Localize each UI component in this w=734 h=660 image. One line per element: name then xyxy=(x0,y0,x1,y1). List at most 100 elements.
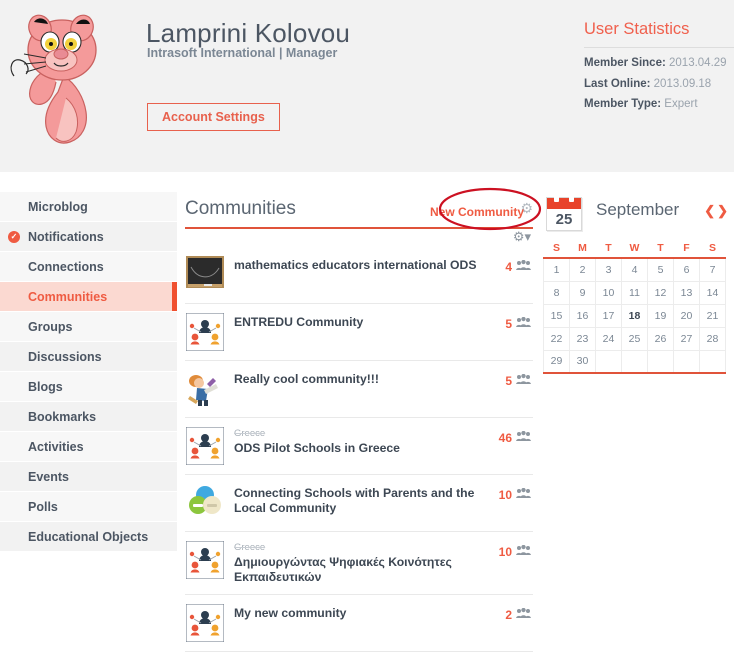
community-row[interactable]: My new community 2 xyxy=(185,594,533,651)
calendar-day[interactable]: 13 xyxy=(673,281,700,305)
calendar-day[interactable]: 19 xyxy=(647,304,674,328)
calendar-day[interactable]: 26 xyxy=(647,327,674,351)
divider xyxy=(185,227,533,229)
community-member-count: 4 xyxy=(491,256,531,276)
community-title[interactable]: mathematics educators international ODS xyxy=(234,257,491,273)
community-row[interactable]: Connecting Schools with Parents and the … xyxy=(185,474,533,531)
calendar-icon-day: 25 xyxy=(555,211,573,228)
calendar-weekday: F xyxy=(673,238,700,259)
calendar-day[interactable]: 3 xyxy=(595,258,622,282)
community-title[interactable]: My new community xyxy=(234,605,491,621)
community-info: Greece Δημιουργώντας Ψηφιακές Κοινότητες … xyxy=(234,541,491,585)
community-title[interactable]: Connecting Schools with Parents and the … xyxy=(234,485,491,516)
calendar-day[interactable]: 20 xyxy=(673,304,700,328)
chevron-right-icon[interactable]: ❯ xyxy=(717,203,730,218)
calendar-day[interactable]: 15 xyxy=(543,304,570,328)
member-count-value: 10 xyxy=(498,545,512,559)
member-count-value: 2 xyxy=(505,608,512,622)
sidebar-item-microblog[interactable]: Microblog xyxy=(0,192,177,222)
user-statistics-rows: Member Since: 2013.04.29 Last Online: 201… xyxy=(584,56,734,113)
community-info: My new community xyxy=(234,604,491,621)
sidebar-item-label: Groups xyxy=(28,320,73,334)
new-community-link[interactable]: New Community xyxy=(430,205,524,219)
community-title[interactable]: Δημιουργώντας Ψηφιακές Κοινότητες Εκπαιδ… xyxy=(234,554,491,585)
calendar-widget: 25 September ❮❯ SMTWTFS 1 2 3 4 5 6 7 8 9 10 11 12 1… xyxy=(541,192,734,374)
gear-dropdown-icon[interactable]: ⚙▾ xyxy=(513,229,531,245)
sidebar-item-label: Connections xyxy=(28,260,104,274)
sidebar-item-label: Communities xyxy=(28,290,108,304)
community-row[interactable]: Greece ODS Pilot Schools in Greece 46 xyxy=(185,417,533,474)
calendar-day[interactable]: 29 xyxy=(543,350,570,374)
sidebar-item-discussions[interactable]: Discussions xyxy=(0,342,177,372)
community-title[interactable]: ODS Pilot Schools in Greece xyxy=(234,440,491,456)
calendar-day[interactable]: 24 xyxy=(595,327,622,351)
community-info: Greece ODS Pilot Schools in Greece xyxy=(234,427,491,456)
calendar-day[interactable]: 4 xyxy=(621,258,648,282)
calendar-day[interactable]: 30 xyxy=(569,350,596,374)
community-info: mathematics educators international ODS xyxy=(234,256,491,273)
statistic-value: 2013.04.29 xyxy=(665,57,727,69)
sidebar-item-educational-objects[interactable]: Educational Objects xyxy=(0,522,177,552)
calendar-day[interactable]: 18 xyxy=(621,304,648,328)
calendar-day[interactable]: 10 xyxy=(595,281,622,305)
sidebar-item-events[interactable]: Events xyxy=(0,462,177,492)
calendar-day[interactable]: 1 xyxy=(543,258,570,282)
sidebar-item-notifications[interactable]: ✓ Notifications xyxy=(0,222,177,252)
communities-header: Communities ⚙ New Community xyxy=(185,192,533,230)
calendar-day[interactable]: 14 xyxy=(699,281,726,305)
sidebar-item-connections[interactable]: Connections xyxy=(0,252,177,282)
calendar-day[interactable]: 22 xyxy=(543,327,570,351)
calendar-day[interactable]: 23 xyxy=(569,327,596,351)
sidebar-item-communities[interactable]: Communities xyxy=(0,282,177,312)
calendar-day[interactable]: 9 xyxy=(569,281,596,305)
member-count-value: 5 xyxy=(505,317,512,331)
community-title[interactable]: Really cool community!!! xyxy=(234,371,491,387)
calendar-day-empty xyxy=(595,350,622,374)
calendar-week-row: 8 9 10 11 12 13 14 xyxy=(543,281,726,305)
calendar-body: 1 2 3 4 5 6 7 8 9 10 11 12 13 14 15 16 17 18 19 20 21 22 23 24 2… xyxy=(543,258,726,374)
notification-check-icon: ✓ xyxy=(8,230,20,243)
communities-title: Communities xyxy=(185,198,296,219)
statistic-key: Last Online: xyxy=(584,77,651,90)
sidebar-item-blogs[interactable]: Blogs xyxy=(0,372,177,402)
sidebar-item-label: Microblog xyxy=(28,200,88,214)
calendar-day-empty xyxy=(621,350,648,374)
calendar-day[interactable]: 2 xyxy=(569,258,596,282)
calendar-day[interactable]: 5 xyxy=(647,258,674,282)
page-title: Lamprini Kolovou xyxy=(146,18,351,48)
calendar-day[interactable]: 27 xyxy=(673,327,700,351)
community-member-count: 10 xyxy=(491,541,531,561)
community-row[interactable]: mathematics educators international ODS 4 xyxy=(185,247,533,303)
chevron-left-icon[interactable]: ❮ xyxy=(704,203,717,218)
sidebar-item-activities[interactable]: Activities xyxy=(0,432,177,462)
group-members-icon xyxy=(516,258,531,276)
user-statistic-row: Member Since: 2013.04.29 xyxy=(584,56,734,72)
community-thumbnail-people-network xyxy=(186,313,224,351)
calendar-day[interactable]: 17 xyxy=(595,304,622,328)
community-row[interactable]: Greece Δημιουργώντας Ψηφιακές Κοινότητες … xyxy=(185,531,533,594)
calendar-day[interactable]: 25 xyxy=(621,327,648,351)
calendar-day[interactable]: 21 xyxy=(699,304,726,328)
calendar-week-row: 1234567 xyxy=(543,258,726,282)
calendar-day[interactable]: 16 xyxy=(569,304,596,328)
sidebar-item-groups[interactable]: Groups xyxy=(0,312,177,342)
community-row[interactable]: ENTREDU Community 5 xyxy=(185,303,533,360)
member-count-value: 4 xyxy=(505,260,512,274)
communities-panel: Communities ⚙ New Community ⚙▾ mathemati… xyxy=(185,192,533,660)
calendar-day[interactable]: 28 xyxy=(699,327,726,351)
calendar-weekday: W xyxy=(621,238,648,259)
community-row[interactable]: Really cool community!!! 5 xyxy=(185,360,533,417)
calendar-day[interactable]: 12 xyxy=(647,281,674,305)
calendar-day[interactable]: 7 xyxy=(699,258,726,282)
community-row[interactable]: GreeceTeaching Philosophy at Primary & S… xyxy=(185,651,533,660)
member-count-value: 5 xyxy=(505,374,512,388)
calendar-day[interactable]: 8 xyxy=(543,281,570,305)
calendar-nav[interactable]: ❮❯ xyxy=(704,203,730,219)
sidebar-item-polls[interactable]: Polls xyxy=(0,492,177,522)
calendar-day[interactable]: 6 xyxy=(673,258,700,282)
account-settings-button[interactable]: Account Settings xyxy=(147,103,280,131)
community-title[interactable]: ENTREDU Community xyxy=(234,314,491,330)
member-count-value: 46 xyxy=(498,431,512,445)
sidebar-item-bookmarks[interactable]: Bookmarks xyxy=(0,402,177,432)
calendar-day[interactable]: 11 xyxy=(621,281,648,305)
